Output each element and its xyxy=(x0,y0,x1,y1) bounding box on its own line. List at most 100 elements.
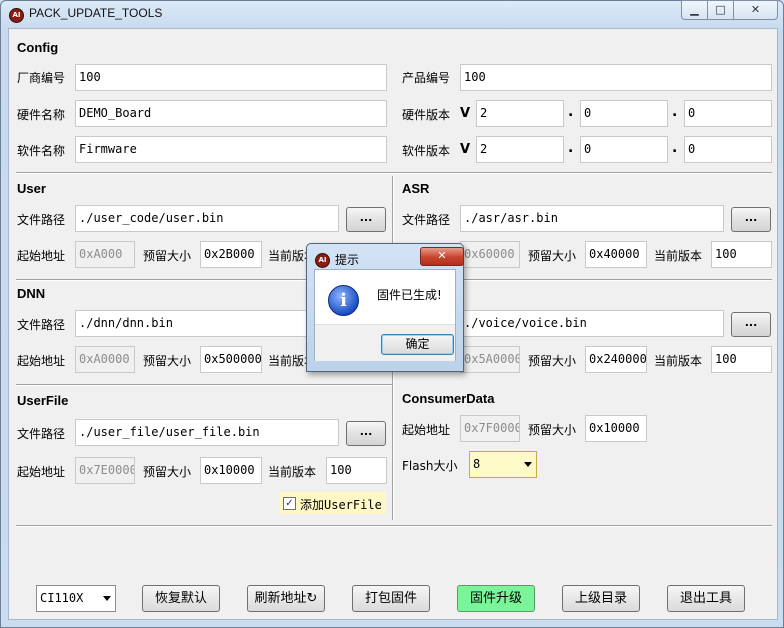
dnn-reserve-input[interactable]: 0x500000 xyxy=(200,346,262,373)
sw-version-dot2: . xyxy=(672,140,678,156)
user-browse-button[interactable]: ... xyxy=(346,207,386,232)
userfile-start-label: 起始地址 xyxy=(17,465,66,479)
sw-version-label: 软件版本 xyxy=(402,144,451,158)
userfile-browse-button[interactable]: ... xyxy=(346,421,386,446)
chip-value: CI110X xyxy=(40,591,84,605)
firmware-upgrade-button[interactable]: 固件升级 xyxy=(457,585,535,612)
user-heading: User xyxy=(17,181,46,196)
sw-name-input[interactable]: Firmware xyxy=(75,136,387,163)
dnn-path-input[interactable]: ./dnn/dnn.bin xyxy=(75,310,339,337)
dialog-ok-button[interactable]: 确定 xyxy=(381,334,454,355)
asr-browse-button[interactable]: ... xyxy=(731,207,771,232)
refresh-icon: ↻ xyxy=(306,591,318,606)
voice-browse-button[interactable]: ... xyxy=(731,312,771,337)
userfile-start-input: 0x7E0000 xyxy=(75,457,135,484)
consumer-heading: ConsumerData xyxy=(402,391,495,406)
pack-firmware-button[interactable]: 打包固件 xyxy=(352,585,430,612)
window-title: PACK_UPDATE_TOOLS xyxy=(29,6,163,20)
refresh-address-button[interactable]: 刷新地址↻ xyxy=(247,585,325,612)
vendor-label: 厂商编号 xyxy=(17,71,66,85)
asr-path-label: 文件路径 xyxy=(402,213,451,227)
hw-name-input[interactable]: DEMO_Board xyxy=(75,100,387,127)
userfile-path-input[interactable]: ./user_file/user_file.bin xyxy=(75,419,339,446)
maximize-button[interactable]: □ xyxy=(707,0,734,20)
asr-cur-ver-label: 当前版本 xyxy=(654,249,703,263)
sw-version-major[interactable]: 2 xyxy=(476,136,564,163)
dnn-start-input: 0xA0000 xyxy=(75,346,135,373)
dnn-heading: DNN xyxy=(17,286,46,301)
chip-select[interactable]: CI110X xyxy=(36,585,116,612)
dialog-footer: 确定 xyxy=(315,324,455,361)
divider xyxy=(16,172,772,174)
userfile-cur-ver-label: 当前版本 xyxy=(268,465,317,479)
asr-path-input[interactable]: ./asr/asr.bin xyxy=(460,205,724,232)
consumer-reserve-label: 预留大小 xyxy=(528,423,577,437)
flash-size-select[interactable]: 8 xyxy=(469,451,537,478)
user-start-input: 0xA000 xyxy=(75,241,135,268)
app-icon: AI xyxy=(9,8,24,23)
sw-version-minor[interactable]: 0 xyxy=(580,136,668,163)
refresh-address-label: 刷新地址 xyxy=(254,591,307,606)
userfile-reserve-input[interactable]: 0x10000 xyxy=(200,457,262,484)
userfile-path-label: 文件路径 xyxy=(17,427,66,441)
parent-directory-button[interactable]: 上级目录 xyxy=(562,585,640,612)
asr-reserve-label: 预留大小 xyxy=(528,249,577,263)
flash-size-label: Flash大小 xyxy=(402,459,458,473)
dialog-message: 固件已生成! xyxy=(377,288,442,302)
sw-name-label: 软件名称 xyxy=(17,144,66,158)
consumer-start-input: 0x7F0000 xyxy=(460,415,520,442)
chevron-down-icon xyxy=(524,462,532,467)
voice-cur-ver-label: 当前版本 xyxy=(654,354,703,368)
voice-path-input[interactable]: ./voice/voice.bin xyxy=(460,310,724,337)
asr-reserve-input[interactable]: 0x40000 xyxy=(585,241,647,268)
product-input[interactable]: 100 xyxy=(460,64,772,91)
hw-version-minor[interactable]: 0 xyxy=(580,100,668,127)
voice-cur-ver-input[interactable]: 100 xyxy=(711,346,772,373)
hw-version-dot1: . xyxy=(568,104,574,120)
voice-reserve-label: 预留大小 xyxy=(528,354,577,368)
dnn-start-label: 起始地址 xyxy=(17,354,66,368)
userfile-reserve-label: 预留大小 xyxy=(143,465,192,479)
voice-reserve-input[interactable]: 0x240000 xyxy=(585,346,647,373)
vendor-input[interactable]: 100 xyxy=(75,64,387,91)
hw-version-patch[interactable]: 0 xyxy=(684,100,772,127)
divider xyxy=(16,384,392,386)
userfile-heading: UserFile xyxy=(17,393,69,408)
hw-name-label: 硬件名称 xyxy=(17,108,66,122)
dialog-close-button[interactable]: ✕ xyxy=(420,247,464,266)
dialog-app-icon: AI xyxy=(315,253,330,268)
dialog-body: i 固件已生成! 确定 xyxy=(314,269,456,361)
userfile-cur-ver-input[interactable]: 100 xyxy=(326,457,387,484)
hw-version-major[interactable]: 2 xyxy=(476,100,564,127)
chevron-down-icon xyxy=(103,596,111,601)
user-reserve-label: 预留大小 xyxy=(143,249,192,263)
consumer-start-label: 起始地址 xyxy=(402,423,451,437)
close-button[interactable]: ✕ xyxy=(733,0,778,20)
divider xyxy=(16,525,772,527)
title-bar[interactable]: AI PACK_UPDATE_TOOLS ▁ □ ✕ xyxy=(0,0,784,28)
sw-version-v: V xyxy=(460,142,471,157)
add-userfile-label[interactable]: 添加UserFile xyxy=(300,496,382,513)
user-path-input[interactable]: ./user_code/user.bin xyxy=(75,205,339,232)
hw-version-label: 硬件版本 xyxy=(402,108,451,122)
consumer-reserve-input[interactable]: 0x10000 xyxy=(585,415,647,442)
minimize-button[interactable]: ▁ xyxy=(681,0,708,20)
voice-start-input: 0x5A0000 xyxy=(460,346,520,373)
sw-version-dot1: . xyxy=(568,140,574,156)
dnn-reserve-label: 预留大小 xyxy=(143,354,192,368)
asr-cur-ver-input[interactable]: 100 xyxy=(711,241,772,268)
user-reserve-input[interactable]: 0x2B000 xyxy=(200,241,262,268)
dnn-path-label: 文件路径 xyxy=(17,318,66,332)
config-heading: Config xyxy=(17,40,59,55)
flash-size-value: 8 xyxy=(473,457,481,471)
restore-defaults-button[interactable]: 恢复默认 xyxy=(142,585,220,612)
add-userfile-checkbox[interactable]: ✓ xyxy=(283,497,296,510)
exit-tool-button[interactable]: 退出工具 xyxy=(667,585,745,612)
hw-version-v: V xyxy=(460,106,471,121)
asr-heading: ASR xyxy=(402,181,430,196)
dialog-title: 提示 xyxy=(335,253,360,267)
sw-version-patch[interactable]: 0 xyxy=(684,136,772,163)
message-dialog: AI 提示 ✕ i 固件已生成! 确定 xyxy=(306,243,464,372)
hw-version-dot2: . xyxy=(672,104,678,120)
product-label: 产品编号 xyxy=(402,71,451,85)
